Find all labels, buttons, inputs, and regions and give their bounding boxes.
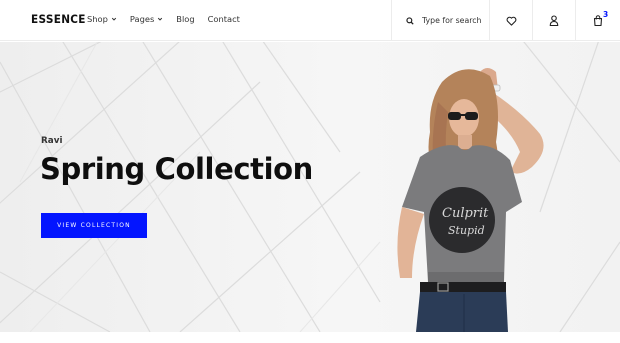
shopping-bag-icon (593, 15, 603, 26)
nav-item-label: Shop (87, 14, 108, 24)
hero-headline: Spring Collection (40, 152, 313, 186)
wishlist-button[interactable] (490, 0, 533, 41)
nav-item-label: Blog (176, 14, 195, 24)
search-bar (391, 0, 490, 41)
cart-button[interactable]: 3 (576, 0, 620, 41)
view-collection-button[interactable]: VIEW COLLECTION (41, 213, 147, 238)
bottom-strip (0, 332, 620, 343)
chevron-down-icon (158, 17, 163, 21)
heart-icon (506, 16, 516, 26)
search-input[interactable] (422, 16, 484, 25)
nav-item-label: Contact (207, 14, 240, 24)
hero-tagline: Ravi (41, 136, 63, 146)
nav-item-label: Pages (129, 14, 155, 24)
cart-count-badge: 3 (603, 10, 609, 19)
brand-logo[interactable]: ESSENCE (31, 14, 86, 27)
user-icon (549, 15, 559, 26)
model-image: Culprit Stupid (397, 68, 544, 332)
main-nav: Shop Pages Blog Contact (87, 14, 240, 24)
nav-item-shop[interactable]: Shop (87, 14, 117, 24)
svg-text:Culprit: Culprit (442, 206, 489, 221)
hero-banner: Ravi Spring Collection VIEW COLLECTION C… (0, 42, 620, 332)
nav-item-blog[interactable]: Blog (176, 14, 194, 24)
svg-text:Stupid: Stupid (448, 224, 485, 237)
search-icon[interactable] (406, 16, 414, 25)
nav-item-pages[interactable]: Pages (130, 14, 163, 24)
account-button[interactable] (533, 0, 576, 41)
site-header: ESSENCE Shop Pages Blog Contact Type for… (0, 0, 620, 41)
nav-item-contact[interactable]: Contact (208, 14, 240, 24)
chevron-down-icon (111, 17, 117, 21)
